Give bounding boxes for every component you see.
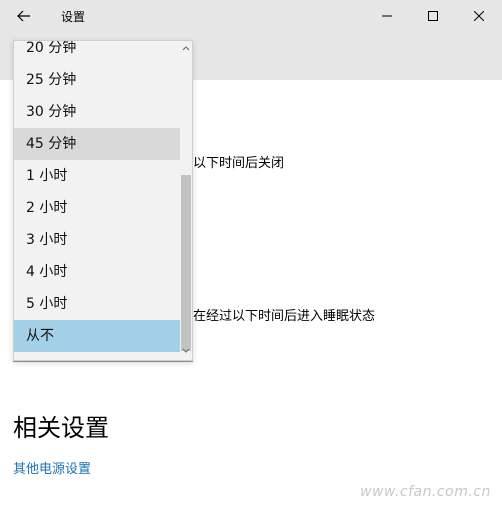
dropdown-item-1h[interactable]: 1 小时 (14, 160, 180, 192)
watermark: www.cfan.com.cn (360, 484, 491, 500)
window-title: 设置 (61, 10, 86, 24)
dropdown-scrollbar[interactable] (180, 41, 192, 360)
dropdown-item-3h[interactable]: 3 小时 (14, 224, 180, 256)
dropdown-item-4h[interactable]: 4 小时 (14, 256, 180, 288)
scrollbar-thumb[interactable] (181, 175, 191, 351)
related-settings-title: 相关设置 (13, 414, 109, 442)
screen-off-label: 以下时间后关闭 (193, 156, 285, 171)
dropdown-item-5h[interactable]: 5 小时 (14, 288, 180, 320)
minimize-icon (382, 15, 392, 17)
minimize-button[interactable] (364, 0, 410, 32)
scroll-up-arrow[interactable] (182, 44, 190, 52)
back-arrow-icon (17, 10, 30, 22)
other-power-settings-link[interactable]: 其他电源设置 (13, 458, 91, 477)
dropdown-item-25min[interactable]: 25 分钟 (14, 64, 180, 96)
scroll-down-arrow[interactable] (182, 347, 190, 355)
dropdown-item-never[interactable]: 从不 (14, 320, 180, 352)
sleep-label: 在经过以下时间后进入睡眠状态 (193, 309, 376, 324)
dropdown-item-20min[interactable]: 20 分钟 (14, 41, 180, 64)
back-button[interactable] (8, 2, 40, 30)
close-button[interactable] (456, 0, 502, 32)
sleep-time-dropdown[interactable]: 20 分钟 25 分钟 30 分钟 45 分钟 1 小时 2 小时 3 小时 4… (13, 40, 193, 361)
chevron-up-icon (182, 46, 190, 51)
dropdown-item-30min[interactable]: 30 分钟 (14, 96, 180, 128)
maximize-icon (428, 11, 438, 21)
title-bar: 设置 (0, 0, 502, 32)
dropdown-item-45min[interactable]: 45 分钟 (14, 128, 180, 160)
dropdown-item-2h[interactable]: 2 小时 (14, 192, 180, 224)
maximize-button[interactable] (410, 0, 456, 32)
chevron-down-icon (182, 348, 190, 353)
dropdown-list: 20 分钟 25 分钟 30 分钟 45 分钟 1 小时 2 小时 3 小时 4… (14, 41, 180, 352)
close-icon (474, 11, 484, 21)
